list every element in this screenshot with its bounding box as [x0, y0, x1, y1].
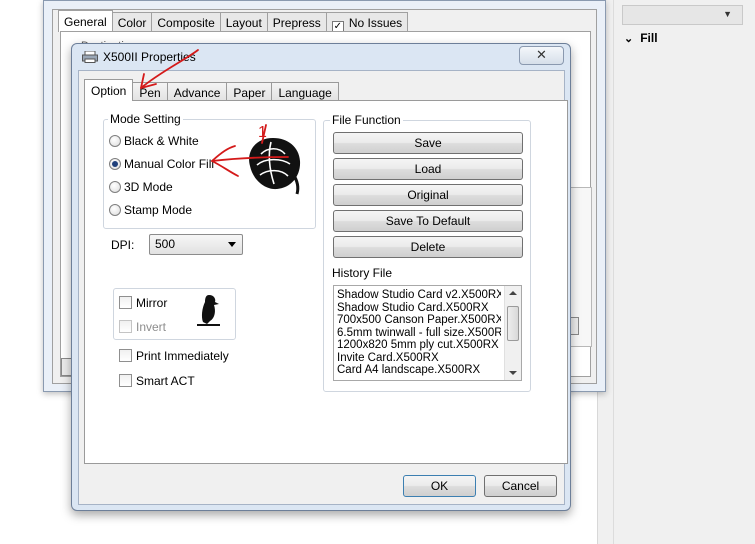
annotation-number: 1	[258, 124, 267, 141]
annotation-arrow-color-fill	[211, 156, 289, 162]
annotation-arrows	[140, 49, 289, 177]
tab-option[interactable]: Option	[84, 79, 134, 101]
annotation-arrow-pen	[140, 49, 199, 89]
